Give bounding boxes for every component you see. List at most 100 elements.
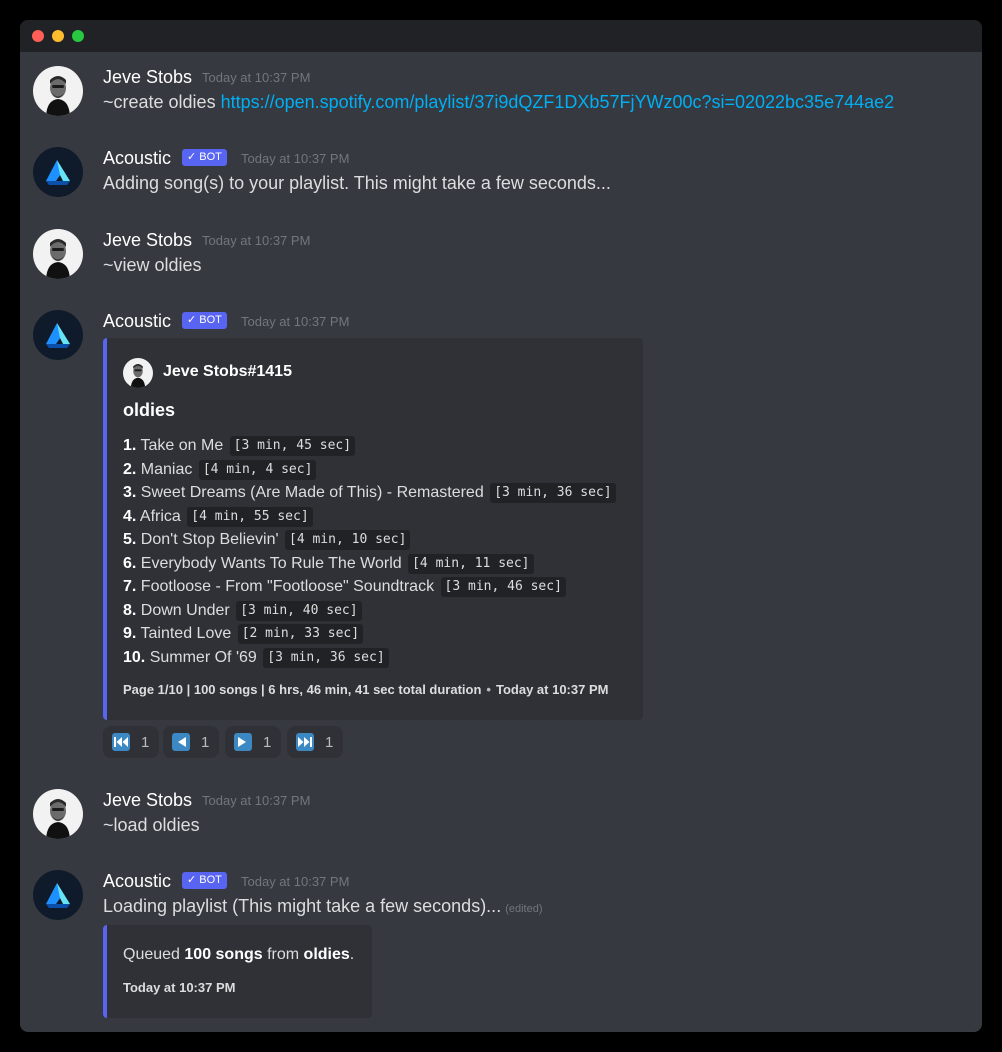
acoustic-logo-icon <box>33 870 83 920</box>
track-title: Take on Me <box>140 437 224 454</box>
edited-label: (edited) <box>505 903 543 915</box>
track-number: 7. <box>123 578 137 595</box>
user-portrait-icon <box>33 229 83 279</box>
author-name[interactable]: Acoustic <box>103 310 171 332</box>
track-number: 8. <box>123 601 137 619</box>
close-window-button[interactable] <box>32 30 44 42</box>
queued-playlist-name: oldies <box>303 946 350 963</box>
reaction-count: 1 <box>141 733 150 751</box>
queued-description: Queued 100 songs from oldies. <box>123 946 354 964</box>
track-row: 7. Footloose - From "Footloose" Soundtra… <box>123 575 616 599</box>
message-content: ~create oldies https://open.spotify.com/… <box>103 91 894 113</box>
track-duration: [4 min, 4 sec] <box>198 459 317 480</box>
track-title: Don't Stop Believin' <box>140 531 279 548</box>
queued-suffix: . <box>349 946 355 963</box>
acoustic-logo-icon <box>33 310 83 360</box>
reaction-previous-page[interactable]: 1 <box>163 726 219 758</box>
track-duration: [3 min, 36 sec] <box>490 483 616 503</box>
track-title: Sweet Dreams (Are Made of This) - Remast… <box>140 484 484 501</box>
author-name[interactable]: Jeve Stobs <box>103 789 192 811</box>
author-name[interactable]: Jeve Stobs <box>103 66 192 88</box>
title-bar <box>20 20 982 52</box>
queued-prefix: Queued <box>123 946 185 963</box>
command-text: ~create oldies <box>103 92 216 112</box>
reaction-next-page[interactable]: 1 <box>225 726 281 758</box>
author-name[interactable]: Acoustic <box>103 147 171 169</box>
track-row: 9. Tainted Love [2 min, 33 sec] <box>123 622 616 646</box>
track-duration: [3 min, 45 sec] <box>229 436 356 456</box>
track-duration: [4 min, 11 sec] <box>408 553 534 574</box>
last-page-icon <box>296 733 314 751</box>
track-number: 2. <box>123 460 137 478</box>
track-number: 3. <box>123 484 137 501</box>
track-number: 5. <box>123 531 137 548</box>
track-title: Tainted Love <box>140 625 232 642</box>
message-content: Loading playlist (This might take a few … <box>103 895 543 920</box>
track-number: 10. <box>123 648 146 666</box>
track-title: Summer Of '69 <box>149 648 257 666</box>
timestamp: Today at 10:37 PM <box>202 793 311 808</box>
spotify-link[interactable]: https://open.spotify.com/playlist/37i9dQ… <box>221 92 895 112</box>
timestamp: Today at 10:37 PM <box>202 233 311 248</box>
reaction-last-page[interactable]: 1 <box>287 726 343 758</box>
avatar[interactable] <box>33 229 83 279</box>
bot-badge: ✓ BOT <box>182 149 227 166</box>
discord-window: Jeve Stobs Today at 10:37 PM ~create old… <box>20 20 982 1032</box>
track-number: 1. <box>123 437 137 454</box>
track-list: 1. Take on Me [3 min, 45 sec] 2. Maniac [… <box>123 434 616 669</box>
avatar[interactable] <box>33 870 83 920</box>
reaction-first-page[interactable]: 1 <box>103 726 159 758</box>
track-duration: [4 min, 55 sec] <box>187 506 313 527</box>
author-name[interactable]: Jeve Stobs <box>103 229 192 251</box>
previous-page-icon <box>172 733 190 751</box>
bot-badge: ✓ BOT <box>182 872 227 889</box>
track-row: 2. Maniac [4 min, 4 sec] <box>123 458 616 482</box>
reaction-count: 1 <box>325 733 334 751</box>
track-row: 1. Take on Me [3 min, 45 sec] <box>123 434 616 458</box>
timestamp: Today at 10:37 PM <box>241 314 350 329</box>
track-number: 4. <box>123 507 137 525</box>
reaction-count: 1 <box>201 733 210 751</box>
embed-footer: Page 1/10 | 100 songs | 6 hrs, 46 min, 4… <box>123 682 608 697</box>
queued-middle: from <box>262 946 304 963</box>
embed-footer-timestamp: Today at 10:37 PM <box>123 980 236 995</box>
track-number: 6. <box>123 554 137 572</box>
track-title: Everybody Wants To Rule The World <box>140 554 402 572</box>
embed-author-name: Jeve Stobs#1415 <box>163 363 292 380</box>
track-row: 8. Down Under [3 min, 40 sec] <box>123 599 616 623</box>
maximize-window-button[interactable] <box>72 30 84 42</box>
embed-author-avatar <box>123 358 153 388</box>
acoustic-logo-icon <box>33 147 83 197</box>
footer-timestamp: Today at 10:37 PM <box>495 682 609 697</box>
track-title: Maniac <box>140 460 193 478</box>
message-content: ~load oldies <box>103 815 200 835</box>
avatar[interactable] <box>33 66 83 116</box>
track-row: 4. Africa [4 min, 55 sec] <box>123 505 616 529</box>
avatar[interactable] <box>33 310 83 360</box>
track-row: 6. Everybody Wants To Rule The World [4 … <box>123 552 616 576</box>
embed-title: oldies <box>123 400 176 420</box>
avatar[interactable] <box>33 147 83 197</box>
user-portrait-icon <box>123 358 153 388</box>
bot-badge: ✓ BOT <box>182 312 227 329</box>
queued-embed: Queued 100 songs from oldies. Today at 1… <box>103 925 372 1018</box>
track-title: Africa <box>139 507 181 525</box>
timestamp: Today at 10:37 PM <box>241 874 350 889</box>
playlist-embed: Jeve Stobs#1415 oldies 1. Take on Me [3 … <box>103 338 643 720</box>
minimize-window-button[interactable] <box>52 30 64 42</box>
author-name[interactable]: Acoustic <box>103 870 171 892</box>
track-number: 9. <box>123 625 137 642</box>
track-title: Footloose - From "Footloose" Soundtrack <box>140 578 435 595</box>
avatar[interactable] <box>33 789 83 839</box>
queued-count: 100 songs <box>184 946 263 963</box>
track-row: 3. Sweet Dreams (Are Made of This) - Rem… <box>123 481 616 505</box>
user-portrait-icon <box>33 789 83 839</box>
next-page-icon <box>234 733 252 751</box>
track-title: Down Under <box>140 601 230 619</box>
track-duration: [3 min, 36 sec] <box>263 647 389 668</box>
timestamp: Today at 10:37 PM <box>241 151 350 166</box>
timestamp: Today at 10:37 PM <box>202 70 311 85</box>
message-text: Loading playlist (This might take a few … <box>103 896 502 916</box>
track-duration: [4 min, 10 sec] <box>285 530 411 550</box>
message-content: Adding song(s) to your playlist. This mi… <box>103 173 611 193</box>
